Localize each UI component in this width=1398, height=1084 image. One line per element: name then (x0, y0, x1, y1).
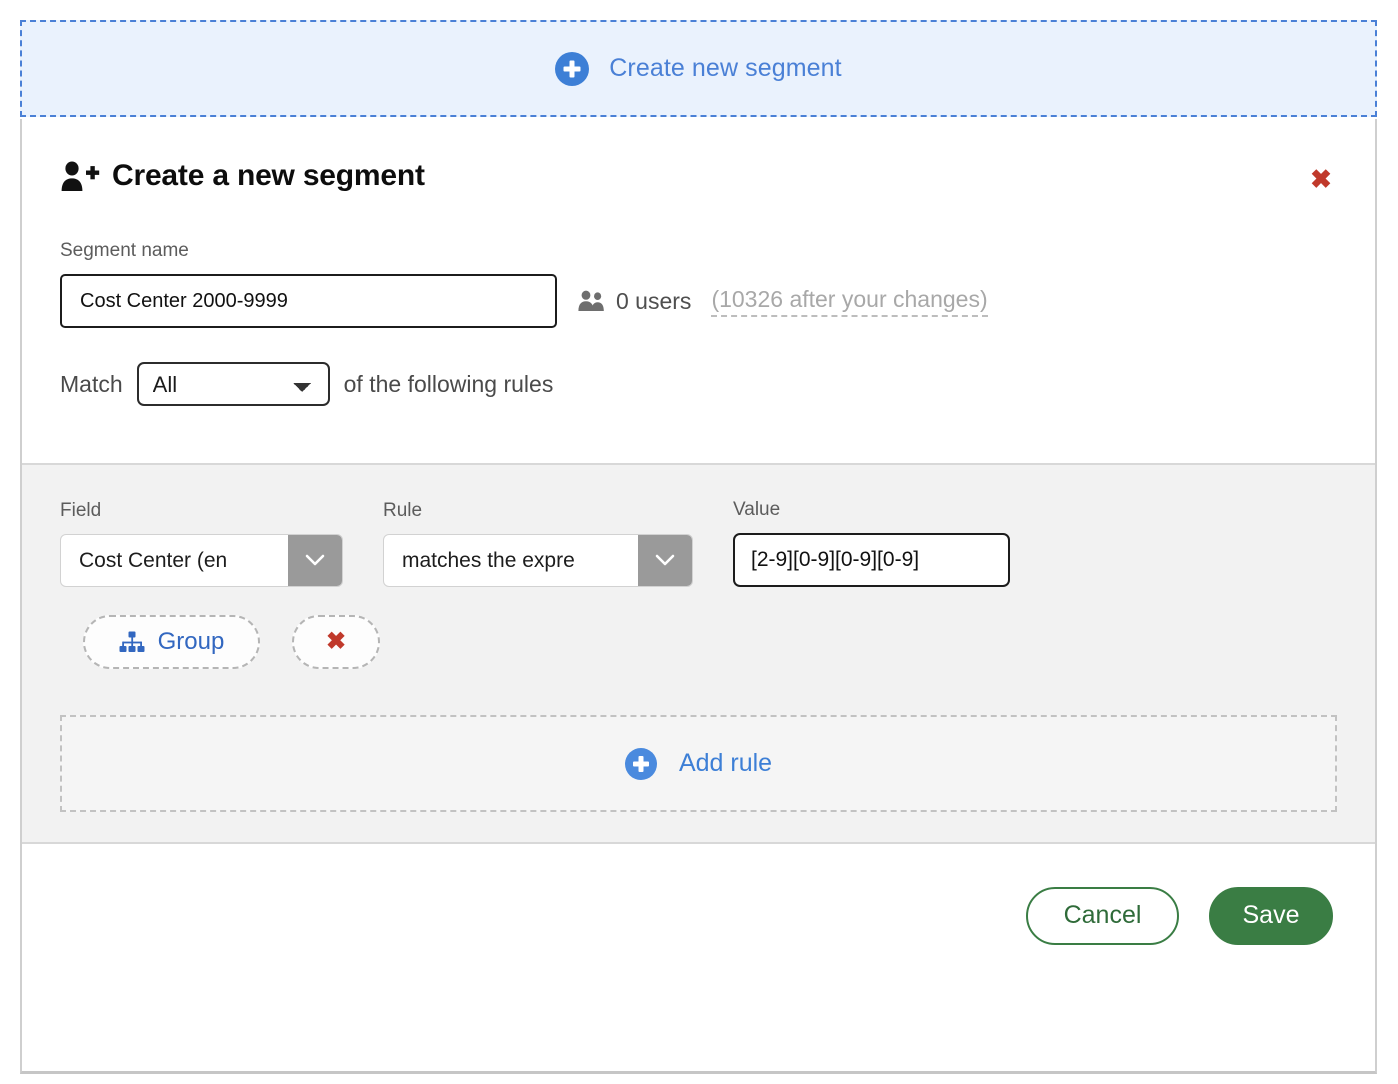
users-summary: 0 users (10326 after your changes) (577, 286, 988, 317)
after-changes-text: (10326 after your changes) (711, 286, 988, 317)
create-new-segment-label: Create new segment (609, 54, 842, 82)
delete-rule-button[interactable]: ✖ (292, 615, 380, 669)
value-column-label: Value (733, 499, 781, 520)
dialog-header: Create a new segment ✖ Segment name 0 us… (22, 119, 1375, 465)
chevron-down-icon (288, 535, 342, 586)
rule-actions: Group ✖ (83, 615, 1337, 669)
field-column-label: Field (60, 500, 102, 521)
rule-column: Rule matches the expre (383, 500, 693, 587)
close-icon: ✖ (325, 628, 347, 655)
rule-field-value: Cost Center (en (79, 548, 228, 572)
rule-field-select[interactable]: Cost Center (en (60, 534, 343, 587)
rule-column-label: Rule (383, 500, 423, 521)
rule-value-input[interactable] (733, 533, 1010, 587)
match-suffix-label: of the following rules (343, 370, 554, 397)
segment-editor-page: Create new segment Create a new segment … (0, 0, 1398, 1084)
segment-name-input[interactable] (60, 274, 557, 328)
group-button-label: Group (157, 628, 225, 655)
close-icon[interactable]: ✖ (1307, 165, 1335, 193)
cancel-button[interactable]: Cancel (1026, 886, 1179, 945)
users-icon (578, 290, 604, 311)
plus-circle-icon (624, 747, 657, 780)
save-button[interactable]: Save (1209, 886, 1333, 945)
match-mode-select[interactable]: All (136, 362, 330, 406)
dialog-title-row: Create a new segment (60, 119, 1337, 193)
rules-section: Field Cost Center (en Rule matches the e… (22, 465, 1375, 844)
match-row: Match All of the following rules (60, 362, 1337, 406)
add-rule-label: Add rule (678, 749, 773, 777)
user-plus-icon (61, 161, 100, 191)
page-title: Create a new segment (112, 159, 425, 192)
user-count-text: 0 users (616, 287, 692, 314)
chevron-down-icon (638, 535, 692, 586)
segment-name-label: Segment name (60, 240, 189, 261)
match-prefix-label: Match (60, 370, 123, 397)
dialog-footer: Cancel Save (22, 844, 1375, 987)
create-new-segment-banner[interactable]: Create new segment (20, 20, 1377, 117)
field-column: Field Cost Center (en (60, 500, 343, 587)
plus-circle-icon (555, 51, 590, 86)
group-button[interactable]: Group (83, 615, 260, 669)
create-segment-dialog: Create a new segment ✖ Segment name 0 us… (20, 119, 1377, 1074)
segment-name-row: 0 users (10326 after your changes) (60, 274, 1337, 328)
rule-operator-value: matches the expre (402, 548, 575, 572)
rule-operator-select[interactable]: matches the expre (383, 534, 693, 587)
value-column: Value (733, 499, 1010, 587)
add-rule-button[interactable]: Add rule (60, 715, 1337, 812)
sitemap-icon (119, 631, 145, 652)
rule-row: Field Cost Center (en Rule matches the e… (60, 499, 1337, 587)
